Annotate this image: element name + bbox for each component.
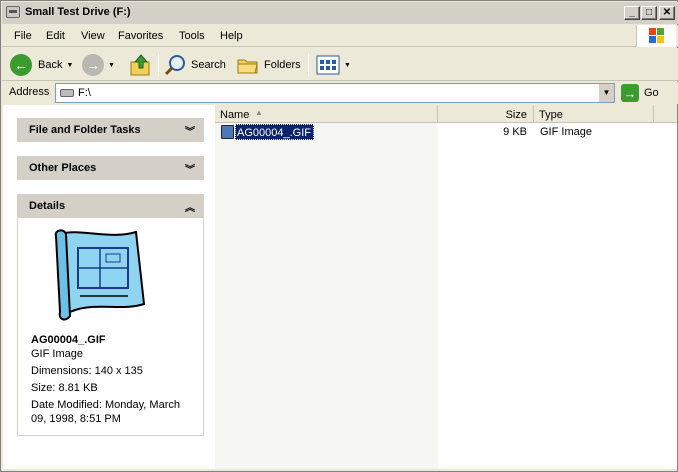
- folders-label: Folders: [264, 59, 301, 71]
- address-value: F:\: [78, 87, 91, 99]
- drive-icon: [6, 6, 20, 18]
- file-row[interactable]: AG00004_.GIF 9 KB GIF Image: [215, 124, 677, 140]
- close-button[interactable]: ✕: [659, 6, 675, 20]
- menu-help[interactable]: Help: [220, 30, 243, 42]
- standard-toolbar: ← Back ▼ → ▼ Search Folders ▼: [2, 48, 678, 81]
- menu-edit[interactable]: Edit: [46, 30, 65, 42]
- search-button[interactable]: Search: [164, 52, 226, 78]
- forward-arrow-icon: →: [82, 54, 104, 76]
- back-dropdown-icon[interactable]: ▼: [66, 62, 73, 69]
- windows-logo-icon: [636, 25, 676, 47]
- window-title: Small Test Drive (F:): [25, 6, 131, 18]
- column-name-label: Name: [220, 109, 250, 121]
- folders-icon: [237, 59, 258, 74]
- file-list: Name ▲ Size Type AG00004_.GIF 9 KB GIF I…: [215, 105, 677, 469]
- go-arrow-icon: →: [621, 84, 639, 102]
- details-modified: Date Modified: Monday, March 09, 1998, 8…: [31, 399, 180, 425]
- details-header[interactable]: Details ︽: [17, 194, 204, 218]
- other-places-header[interactable]: Other Places ︾: [17, 156, 204, 180]
- back-arrow-icon: ←: [10, 54, 32, 76]
- column-type-label: Type: [539, 109, 563, 121]
- back-button[interactable]: ← Back ▼: [10, 52, 73, 78]
- up-folder-icon: [130, 54, 150, 76]
- column-header-filler: [654, 105, 677, 123]
- column-header-type[interactable]: Type: [534, 105, 654, 123]
- details-title: Details: [29, 200, 66, 212]
- address-input[interactable]: F:\ ▼: [55, 83, 615, 103]
- file-folder-tasks-title: File and Folder Tasks: [29, 124, 141, 136]
- search-icon: [164, 55, 185, 76]
- views-button[interactable]: ▼: [316, 52, 351, 78]
- other-places-title: Other Places: [29, 162, 97, 174]
- column-header-name[interactable]: Name ▲: [215, 105, 438, 123]
- details-type: GIF Image: [31, 348, 83, 360]
- expand-chevron-icon[interactable]: ︾: [185, 123, 195, 138]
- menu-bar: File Edit View Favorites Tools Help: [2, 25, 678, 47]
- back-label: Back: [38, 59, 63, 71]
- details-filename: AG00004_.GIF: [31, 334, 106, 346]
- expand-chevron-icon[interactable]: ︾: [185, 161, 195, 176]
- column-header-size[interactable]: Size: [438, 105, 534, 123]
- file-folder-tasks-header[interactable]: File and Folder Tasks ︾: [17, 118, 204, 142]
- details-dimensions: Dimensions: 140 x 135: [31, 365, 143, 377]
- forward-button[interactable]: → ▼: [82, 52, 115, 78]
- views-icon: [316, 55, 340, 75]
- blueprint-thumbnail-icon: [54, 229, 146, 321]
- drive-icon: [60, 89, 74, 97]
- search-label: Search: [191, 59, 226, 71]
- views-dropdown-icon[interactable]: ▼: [344, 62, 351, 69]
- name-column-shading: [215, 123, 438, 469]
- explorer-window: Small Test Drive (F:) _ □ ✕ File Edit Vi…: [0, 0, 678, 472]
- sort-arrow-icon: ▲: [255, 108, 263, 117]
- maximize-button[interactable]: □: [641, 6, 657, 20]
- file-size-cell: 9 KB: [503, 126, 527, 138]
- folders-button[interactable]: Folders: [236, 52, 301, 78]
- go-label: Go: [644, 87, 659, 99]
- file-name-cell[interactable]: AG00004_.GIF: [235, 124, 314, 140]
- menu-favorites[interactable]: Favorites: [118, 30, 163, 42]
- menu-tools[interactable]: Tools: [179, 30, 205, 42]
- forward-dropdown-icon[interactable]: ▼: [108, 62, 115, 69]
- up-folder-button[interactable]: [129, 52, 153, 78]
- go-button[interactable]: → Go: [621, 83, 659, 103]
- menu-view[interactable]: View: [81, 30, 105, 42]
- details-panel: AG00004_.GIF GIF Image Dimensions: 140 x…: [17, 218, 204, 436]
- minimize-button[interactable]: _: [624, 6, 640, 20]
- details-size: Size: 8.81 KB: [31, 382, 98, 394]
- address-dropdown-icon[interactable]: ▼: [598, 84, 614, 102]
- task-pane: File and Folder Tasks ︾ Other Places ︾ D…: [3, 105, 215, 469]
- title-bar[interactable]: Small Test Drive (F:) _ □ ✕: [2, 2, 678, 24]
- address-bar: Address F:\ ▼ → Go: [2, 82, 678, 104]
- collapse-chevron-icon[interactable]: ︽: [185, 199, 195, 214]
- gif-file-icon: [221, 125, 234, 139]
- menu-file[interactable]: File: [14, 30, 32, 42]
- address-label: Address: [9, 86, 50, 98]
- column-size-label: Size: [505, 109, 527, 121]
- file-type-cell: GIF Image: [540, 126, 592, 138]
